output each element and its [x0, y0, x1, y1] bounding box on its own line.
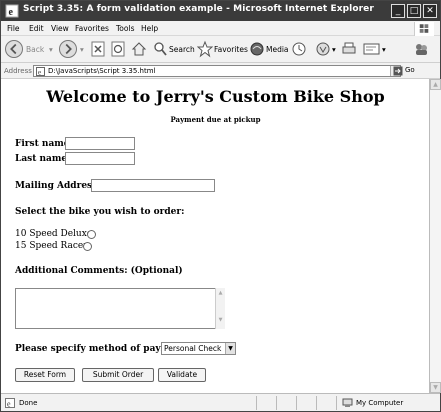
scroll-down-arrow-icon[interactable]: ▼ — [216, 317, 225, 323]
favorites-star-icon[interactable] — [197, 40, 213, 58]
page-subheading: Payment due at pickup — [170, 115, 261, 124]
home-icon[interactable] — [131, 40, 147, 58]
page-content: Welcome to Jerry's Custom Bike Shop Paym… — [1, 79, 430, 393]
address-input[interactable]: e D:\JavaScripts\Script 3.35.html ▾ — [33, 65, 401, 77]
window-title: Script 3.35: A form validation example -… — [23, 4, 374, 14]
mail-icon[interactable] — [315, 40, 331, 58]
browser-window: e Script 3.35: A form validation example… — [0, 0, 441, 412]
payment-method-select[interactable]: Personal Check ▼ — [161, 342, 236, 355]
my-computer-icon — [342, 398, 353, 407]
search-icon[interactable] — [153, 40, 167, 58]
page-scrollbar[interactable]: ▲ ▼ — [430, 79, 441, 393]
status-bar: e Done My Computer — [1, 393, 440, 411]
mailing-address-field[interactable] — [91, 179, 215, 192]
status-divider — [256, 396, 257, 410]
bike-prompt: Select the bike you wish to order: — [15, 207, 185, 217]
zone-text: My Computer — [356, 399, 404, 407]
validate-button[interactable]: Validate — [158, 368, 206, 382]
title-bar: e Script 3.35: A form validation example… — [1, 1, 440, 21]
mailing-address-label: Mailing Address: — [15, 181, 101, 191]
edit-dropdown-icon[interactable]: ▾ — [382, 45, 386, 54]
mail-dropdown-icon[interactable]: ▾ — [332, 45, 336, 54]
bike-option-15-speed-radio[interactable] — [83, 242, 92, 251]
chevron-down-icon[interactable]: ▼ — [225, 343, 235, 354]
page-heading: Welcome to Jerry's Custom Bike Shop — [46, 87, 385, 106]
comments-scrollbar[interactable]: ▲ ▼ — [215, 288, 225, 329]
menu-edit[interactable]: Edit — [29, 24, 44, 33]
submit-order-button[interactable]: Submit Order — [82, 368, 154, 382]
payment-method-value: Personal Check — [164, 344, 222, 353]
media-icon[interactable] — [249, 40, 265, 58]
status-divider — [296, 396, 297, 410]
maximize-button[interactable]: □ — [407, 4, 421, 18]
address-label: Address — [4, 67, 32, 75]
menu-tools[interactable]: Tools — [116, 24, 134, 33]
last-name-label: Last name: — [15, 154, 71, 164]
menu-help[interactable]: Help — [141, 24, 158, 33]
close-button[interactable]: ✕ — [423, 4, 437, 18]
refresh-icon[interactable] — [111, 40, 125, 58]
scroll-down-icon[interactable]: ▼ — [430, 382, 441, 393]
first-name-field[interactable] — [65, 137, 135, 150]
back-arrow-icon[interactable] — [5, 40, 23, 58]
address-value: D:\JavaScripts\Script 3.35.html — [48, 67, 156, 75]
status-text: Done — [19, 399, 38, 407]
svg-text:e: e — [38, 69, 41, 77]
last-name-field[interactable] — [65, 152, 135, 165]
media-button-label[interactable]: Media — [266, 45, 289, 54]
status-divider — [276, 396, 277, 410]
go-arrow-icon[interactable] — [393, 66, 403, 76]
stop-icon[interactable] — [91, 40, 105, 58]
status-divider — [336, 396, 337, 410]
svg-text:e: e — [7, 400, 11, 409]
menu-file[interactable]: File — [7, 24, 20, 33]
svg-text:e: e — [9, 7, 14, 18]
edit-icon[interactable] — [363, 40, 381, 58]
messenger-icon[interactable] — [413, 40, 429, 58]
toolbar: Back ▾ ▾ Search Favorites Media ▾ ▾ — [1, 36, 440, 63]
forward-arrow-icon[interactable] — [59, 40, 77, 58]
menu-favorites[interactable]: Favorites — [75, 24, 109, 33]
ie-app-icon: e — [5, 4, 19, 18]
menu-view[interactable]: View — [51, 24, 69, 33]
menu-bar: File Edit View Favorites Tools Help — [1, 21, 440, 36]
bike-option-10-speed-radio[interactable] — [87, 230, 96, 239]
forward-dropdown-icon[interactable]: ▾ — [80, 45, 84, 54]
windows-flag-icon — [414, 22, 434, 36]
bike-option-15-speed-label: 15 Speed Racer: — [15, 241, 91, 251]
back-button-label[interactable]: Back — [26, 45, 44, 54]
scroll-up-arrow-icon[interactable]: ▲ — [216, 290, 225, 296]
status-divider — [316, 396, 317, 410]
search-button-label[interactable]: Search — [169, 45, 195, 54]
reset-form-button[interactable]: Reset Form — [15, 368, 75, 382]
comments-textarea[interactable] — [15, 288, 225, 329]
bike-option-10-speed-label: 10 Speed Deluxe: — [15, 229, 96, 239]
back-dropdown-icon[interactable]: ▾ — [49, 45, 53, 54]
page-icon: e — [36, 67, 45, 76]
print-icon[interactable] — [341, 40, 357, 58]
ie-page-icon: e — [5, 398, 15, 408]
history-icon[interactable] — [291, 40, 307, 58]
comments-label: Additional Comments: (Optional) — [15, 266, 183, 276]
minimize-button[interactable]: _ — [391, 4, 405, 18]
address-bar: Address e D:\JavaScripts\Script 3.35.htm… — [1, 63, 440, 79]
go-button[interactable]: Go — [405, 66, 415, 74]
favorites-button-label[interactable]: Favorites — [214, 45, 248, 54]
scroll-up-icon[interactable]: ▲ — [430, 79, 441, 90]
